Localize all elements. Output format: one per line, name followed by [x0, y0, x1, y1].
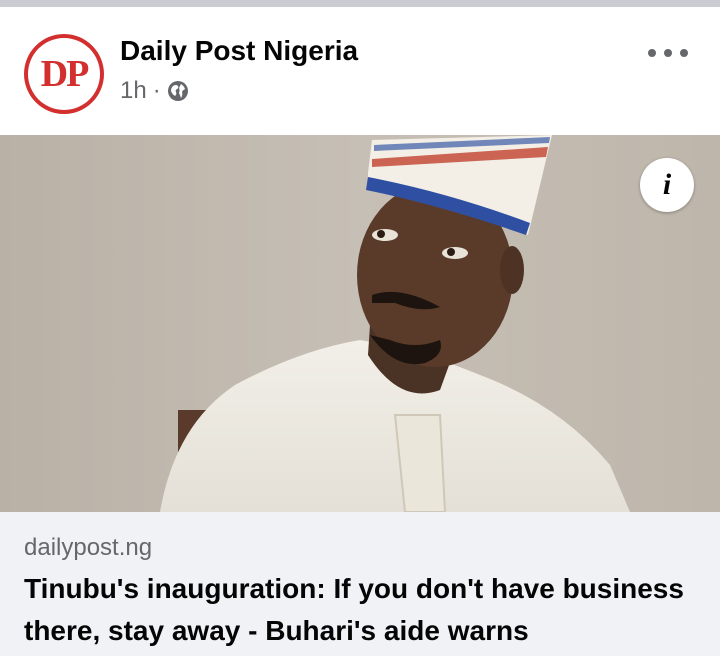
globe-icon[interactable] [167, 80, 189, 102]
meta-separator: · [152, 77, 161, 104]
link-preview[interactable]: dailypost.ng Tinubu's inauguration: If y… [0, 512, 720, 656]
link-domain: dailypost.ng [24, 534, 153, 561]
info-icon[interactable]: i [640, 158, 694, 212]
link-headline[interactable]: Tinubu's inauguration: If you don't have… [24, 568, 704, 652]
feed-divider [0, 0, 720, 7]
post-image[interactable] [0, 135, 720, 512]
page-name-link[interactable]: Daily Post Nigeria [120, 35, 358, 67]
post-timestamp[interactable]: 1h [120, 77, 147, 105]
post-meta: 1h · [120, 77, 189, 105]
page-avatar[interactable]: DP [24, 34, 104, 114]
more-options-icon[interactable] [648, 45, 688, 61]
post-header: DP Daily Post Nigeria 1h · [0, 7, 720, 135]
avatar-logo-text: DP [40, 53, 90, 95]
